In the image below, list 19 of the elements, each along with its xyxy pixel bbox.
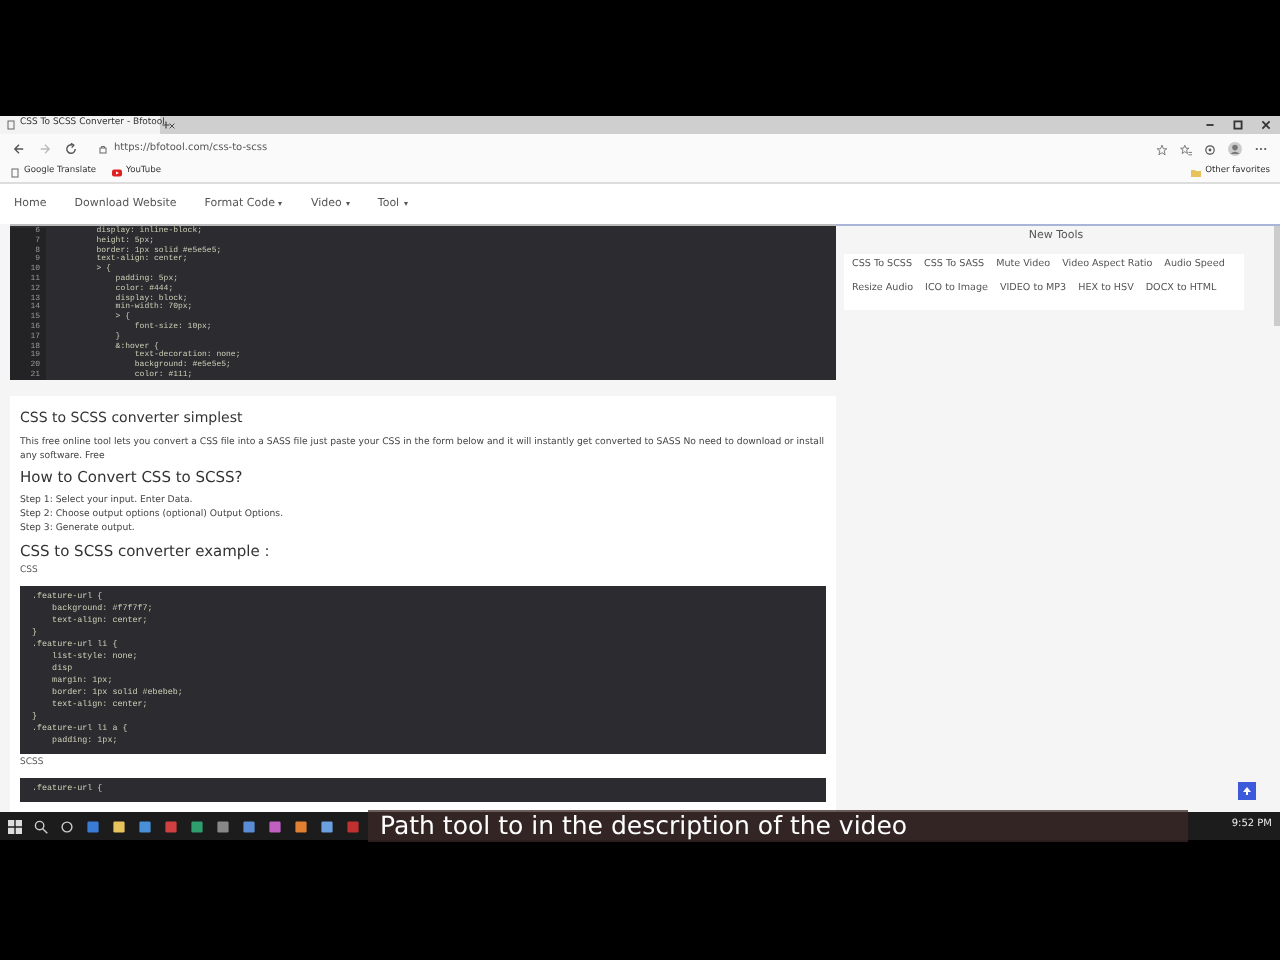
- lock-icon: [98, 144, 108, 154]
- page-icon: [10, 168, 20, 178]
- close-icon[interactable]: [168, 121, 177, 129]
- scroll-top-button[interactable]: [1238, 782, 1256, 800]
- refresh-icon[interactable]: [64, 142, 78, 156]
- scrollbar-thumb[interactable]: [1274, 226, 1280, 326]
- collections-icon[interactable]: [1204, 143, 1216, 155]
- back-icon[interactable]: [12, 142, 26, 156]
- circle-icon[interactable]: [60, 819, 74, 833]
- favorites-icon[interactable]: [1180, 143, 1192, 155]
- star-icon[interactable]: [1156, 143, 1168, 155]
- page-icon: [6, 120, 16, 130]
- arrow-up-icon: [1242, 786, 1252, 796]
- folder-icon: [1189, 168, 1202, 178]
- windows-icon[interactable]: [8, 819, 22, 833]
- video-caption: Path tool to in the description of the video: [380, 807, 908, 844]
- profile-icon[interactable]: [1228, 142, 1242, 156]
- plus-icon[interactable]: [160, 116, 172, 134]
- search-icon[interactable]: [34, 819, 48, 833]
